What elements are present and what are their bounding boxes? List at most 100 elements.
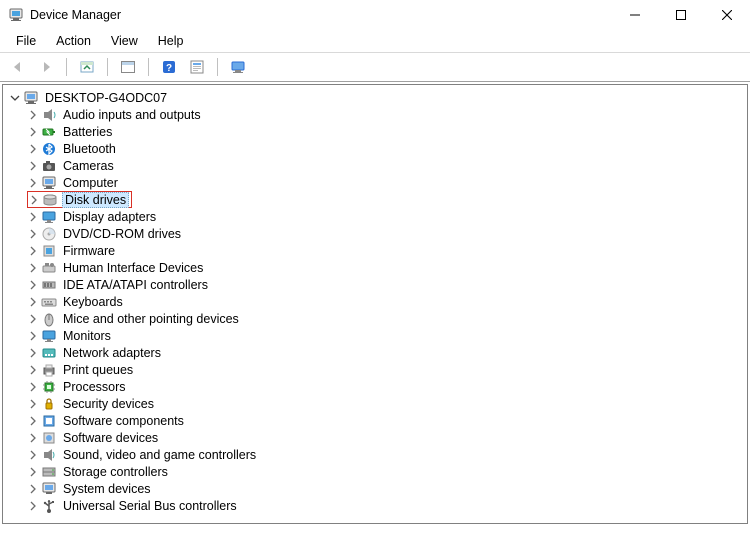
tree-item-label[interactable]: Software components — [61, 414, 186, 428]
app-icon — [8, 7, 24, 23]
window-controls — [612, 0, 750, 30]
tree-item-label[interactable]: Computer — [61, 176, 120, 190]
device-tree[interactable]: DESKTOP-G4ODC07 Audio inputs and outputs… — [2, 84, 748, 524]
tree-item-label[interactable]: Software devices — [61, 431, 160, 445]
refresh-button[interactable] — [116, 55, 140, 79]
expander-icon[interactable] — [27, 211, 39, 223]
tree-item-label[interactable]: Storage controllers — [61, 465, 170, 479]
expander-icon[interactable] — [27, 279, 39, 291]
device-manager-window: Device Manager File Action View Help — [0, 0, 750, 540]
toolbar: ? — [0, 52, 750, 82]
menu-help[interactable]: Help — [148, 32, 194, 50]
expander-icon[interactable] — [27, 381, 39, 393]
menu-view[interactable]: View — [101, 32, 148, 50]
expander-icon[interactable] — [27, 415, 39, 427]
tree-item[interactable]: Print queues — [27, 361, 747, 378]
menubar: File Action View Help — [0, 30, 750, 52]
tree-item[interactable]: Network adapters — [27, 344, 747, 361]
tree-item[interactable]: Human Interface Devices — [27, 259, 747, 276]
tree-item[interactable]: Sound, video and game controllers — [27, 446, 747, 463]
expander-icon[interactable] — [27, 432, 39, 444]
tree-item-label[interactable]: Network adapters — [61, 346, 163, 360]
tree-item[interactable]: Disk drives — [27, 191, 747, 208]
tree-item[interactable]: Software devices — [27, 429, 747, 446]
speaker-icon — [41, 107, 57, 123]
tree-item[interactable]: Monitors — [27, 327, 747, 344]
minimize-button[interactable] — [612, 0, 658, 30]
expander-icon[interactable] — [27, 245, 39, 257]
tree-item-label[interactable]: Sound, video and game controllers — [61, 448, 258, 462]
expander-icon[interactable] — [9, 92, 21, 104]
tree-item[interactable]: Computer — [27, 174, 747, 191]
tree-item[interactable]: Firmware — [27, 242, 747, 259]
tree-item[interactable]: Universal Serial Bus controllers — [27, 497, 747, 514]
expander-icon[interactable] — [28, 194, 40, 206]
tree-item-label[interactable]: Bluetooth — [61, 142, 118, 156]
tree-item[interactable]: Display adapters — [27, 208, 747, 225]
tree-item[interactable]: System devices — [27, 480, 747, 497]
help-button[interactable]: ? — [157, 55, 181, 79]
menu-file[interactable]: File — [6, 32, 46, 50]
expander-icon[interactable] — [27, 160, 39, 172]
display-icon — [41, 209, 57, 225]
expander-icon[interactable] — [27, 398, 39, 410]
tree-item[interactable]: IDE ATA/ATAPI controllers — [27, 276, 747, 293]
tree-item[interactable]: Mice and other pointing devices — [27, 310, 747, 327]
expander-icon[interactable] — [27, 126, 39, 138]
tree-item-label[interactable]: IDE ATA/ATAPI controllers — [61, 278, 210, 292]
tree-item[interactable]: Audio inputs and outputs — [27, 106, 747, 123]
expander-icon[interactable] — [27, 330, 39, 342]
tree-item-label[interactable]: Print queues — [61, 363, 135, 377]
expander-icon[interactable] — [27, 483, 39, 495]
expander-icon[interactable] — [27, 177, 39, 189]
expander-icon[interactable] — [27, 347, 39, 359]
tree-item-label[interactable]: Processors — [61, 380, 128, 394]
close-button[interactable] — [704, 0, 750, 30]
ide-icon — [41, 277, 57, 293]
tree-item[interactable]: DVD/CD-ROM drives — [27, 225, 747, 242]
monitor-icon — [41, 328, 57, 344]
tree-item-label[interactable]: Universal Serial Bus controllers — [61, 499, 239, 513]
expander-icon[interactable] — [27, 364, 39, 376]
tree-item[interactable]: Processors — [27, 378, 747, 395]
properties-button[interactable] — [185, 55, 209, 79]
tree-item[interactable]: Keyboards — [27, 293, 747, 310]
forward-button[interactable] — [34, 55, 58, 79]
tree-item-label[interactable]: Mice and other pointing devices — [61, 312, 241, 326]
expander-icon[interactable] — [27, 109, 39, 121]
tree-item[interactable]: Security devices — [27, 395, 747, 412]
tree-item-label[interactable]: Audio inputs and outputs — [61, 108, 203, 122]
tree-item[interactable]: Cameras — [27, 157, 747, 174]
tree-item-label[interactable]: Monitors — [61, 329, 113, 343]
cpu-icon — [41, 379, 57, 395]
expander-icon[interactable] — [27, 143, 39, 155]
expander-icon[interactable] — [27, 262, 39, 274]
tree-item-label[interactable]: Display adapters — [61, 210, 158, 224]
back-button[interactable] — [6, 55, 30, 79]
tree-root-label[interactable]: DESKTOP-G4ODC07 — [43, 91, 169, 105]
tree-item-label[interactable]: Keyboards — [61, 295, 125, 309]
menu-action[interactable]: Action — [46, 32, 101, 50]
expander-icon[interactable] — [27, 296, 39, 308]
tree-item-label[interactable]: Cameras — [61, 159, 116, 173]
show-hidden-button[interactable] — [75, 55, 99, 79]
tree-item-label[interactable]: DVD/CD-ROM drives — [61, 227, 183, 241]
tree-item[interactable]: Bluetooth — [27, 140, 747, 157]
expander-icon[interactable] — [27, 313, 39, 325]
tree-item-label[interactable]: System devices — [61, 482, 153, 496]
expander-icon[interactable] — [27, 466, 39, 478]
expander-icon[interactable] — [27, 228, 39, 240]
tree-item[interactable]: Software components — [27, 412, 747, 429]
tree-item-label[interactable]: Batteries — [61, 125, 114, 139]
tree-item-label[interactable]: Disk drives — [62, 192, 129, 208]
tree-item-label[interactable]: Firmware — [61, 244, 117, 258]
maximize-button[interactable] — [658, 0, 704, 30]
tree-root[interactable]: DESKTOP-G4ODC07 — [7, 89, 747, 106]
expander-icon[interactable] — [27, 500, 39, 512]
tree-item[interactable]: Batteries — [27, 123, 747, 140]
scan-button[interactable] — [226, 55, 250, 79]
tree-item[interactable]: Storage controllers — [27, 463, 747, 480]
expander-icon[interactable] — [27, 449, 39, 461]
tree-item-label[interactable]: Human Interface Devices — [61, 261, 205, 275]
tree-item-label[interactable]: Security devices — [61, 397, 156, 411]
